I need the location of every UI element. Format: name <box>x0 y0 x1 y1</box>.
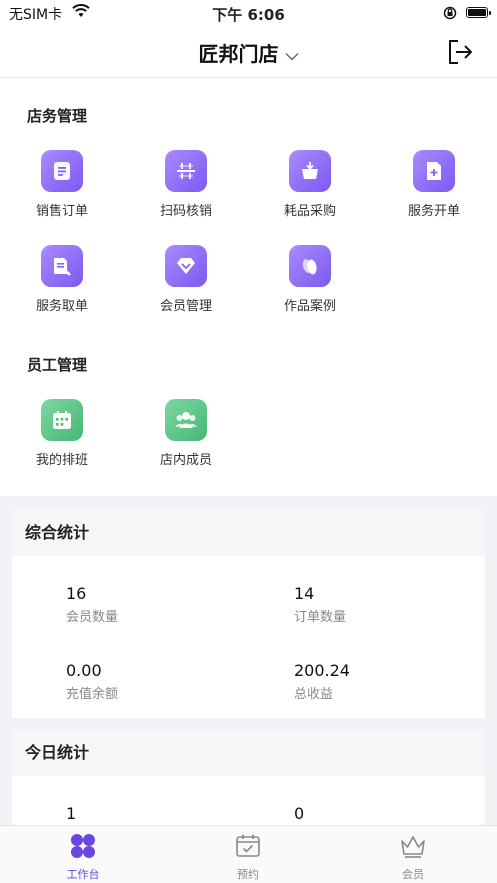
battery-icon <box>466 7 491 18</box>
tab-label: 会员 <box>402 868 424 881</box>
orientation-lock-icon <box>443 6 457 24</box>
logout-button[interactable] <box>445 37 475 67</box>
stat-label: 会员数量 <box>66 610 119 625</box>
menu-label: 作品案例 <box>283 299 336 314</box>
order-list-icon <box>41 150 83 192</box>
status-bar: 无SIM卡 下午 6:06 <box>0 0 497 26</box>
menu-sales-orders[interactable]: 销售订单 <box>0 150 124 219</box>
stat-recharge-balance: 0.00 充值余额 <box>66 661 118 702</box>
menu-label: 扫码核销 <box>159 204 212 219</box>
staff-section-title: 员工管理 <box>27 356 88 374</box>
menu-member-management[interactable]: 会员管理 <box>124 245 248 314</box>
diamond-icon <box>165 245 207 287</box>
menu-label: 我的排班 <box>35 453 88 468</box>
stat-value: 0 <box>294 804 305 823</box>
take-document-icon <box>41 245 83 287</box>
tab-label: 工作台 <box>66 868 100 881</box>
menu-label: 耗品采购 <box>283 204 336 219</box>
scan-icon <box>165 150 207 192</box>
calendar-icon <box>41 399 83 441</box>
stat-value: 14 <box>294 584 315 603</box>
stat-today-2: 0 <box>294 804 304 823</box>
tab-bar: 工作台 预约 会员 <box>0 825 497 883</box>
stat-total-revenue: 200.24 总收益 <box>294 661 350 702</box>
logout-icon <box>449 40 472 64</box>
menu-supplies-purchase[interactable]: 耗品采购 <box>248 150 372 219</box>
menu-label: 会员管理 <box>159 299 212 314</box>
stat-today-1: 1 <box>66 804 76 823</box>
overall-stats-card: 综合统计 16 会员数量 14 订单数量 0.00 充值余额 200.24 总收… <box>12 510 485 718</box>
stat-label: 总收益 <box>294 687 334 702</box>
stat-label: 订单数量 <box>294 610 347 625</box>
menu-scan-verify[interactable]: 扫码核销 <box>124 150 248 219</box>
chevron-down-icon <box>285 42 299 66</box>
menu-store-members[interactable]: 店内成员 <box>124 399 248 468</box>
menu-panel: 店务管理 销售订单 扫码核销 耗品采购 服务开单 服务取单 会员管理 作品案例 … <box>0 78 497 496</box>
stat-order-count: 14 订单数量 <box>294 584 346 625</box>
today-stats-title: 今日统计 <box>12 730 485 776</box>
tab-label: 预约 <box>237 868 259 881</box>
clock: 下午 6:06 <box>212 6 285 24</box>
page-title: 匠邦门店 <box>198 42 279 66</box>
nav-bar: 匠邦门店 <box>0 26 497 78</box>
menu-label: 服务取单 <box>35 299 88 314</box>
calendar-check-icon <box>236 834 260 857</box>
cards-icon <box>289 245 331 287</box>
store-selector[interactable]: 匠邦门店 <box>0 38 497 67</box>
stat-value: 1 <box>66 804 77 823</box>
basket-icon <box>289 150 331 192</box>
grid-icon <box>71 834 95 858</box>
today-stats-card: 今日统计 1 0 <box>12 730 485 830</box>
menu-label: 服务开单 <box>407 204 460 219</box>
tab-appointments[interactable]: 预约 <box>198 832 298 882</box>
stat-value: 200.24 <box>294 661 350 680</box>
overall-stats-title: 综合统计 <box>12 510 485 556</box>
menu-label: 店内成员 <box>159 453 212 468</box>
stat-value: 0.00 <box>66 661 102 680</box>
tab-workbench[interactable]: 工作台 <box>33 832 133 882</box>
tab-members[interactable]: 会员 <box>363 832 463 882</box>
stat-label: 充值余额 <box>66 687 119 702</box>
menu-portfolio-cases[interactable]: 作品案例 <box>248 245 372 314</box>
stat-value: 16 <box>66 584 87 603</box>
menu-label: 销售订单 <box>35 204 88 219</box>
menu-my-schedule[interactable]: 我的排班 <box>0 399 124 468</box>
add-document-icon <box>413 150 455 192</box>
team-icon <box>165 399 207 441</box>
menu-service-pickup[interactable]: 服务取单 <box>0 245 124 314</box>
store-section-title: 店务管理 <box>27 107 88 125</box>
menu-service-open[interactable]: 服务开单 <box>372 150 496 219</box>
crown-icon <box>401 836 425 858</box>
stat-member-count: 16 会员数量 <box>66 584 118 625</box>
